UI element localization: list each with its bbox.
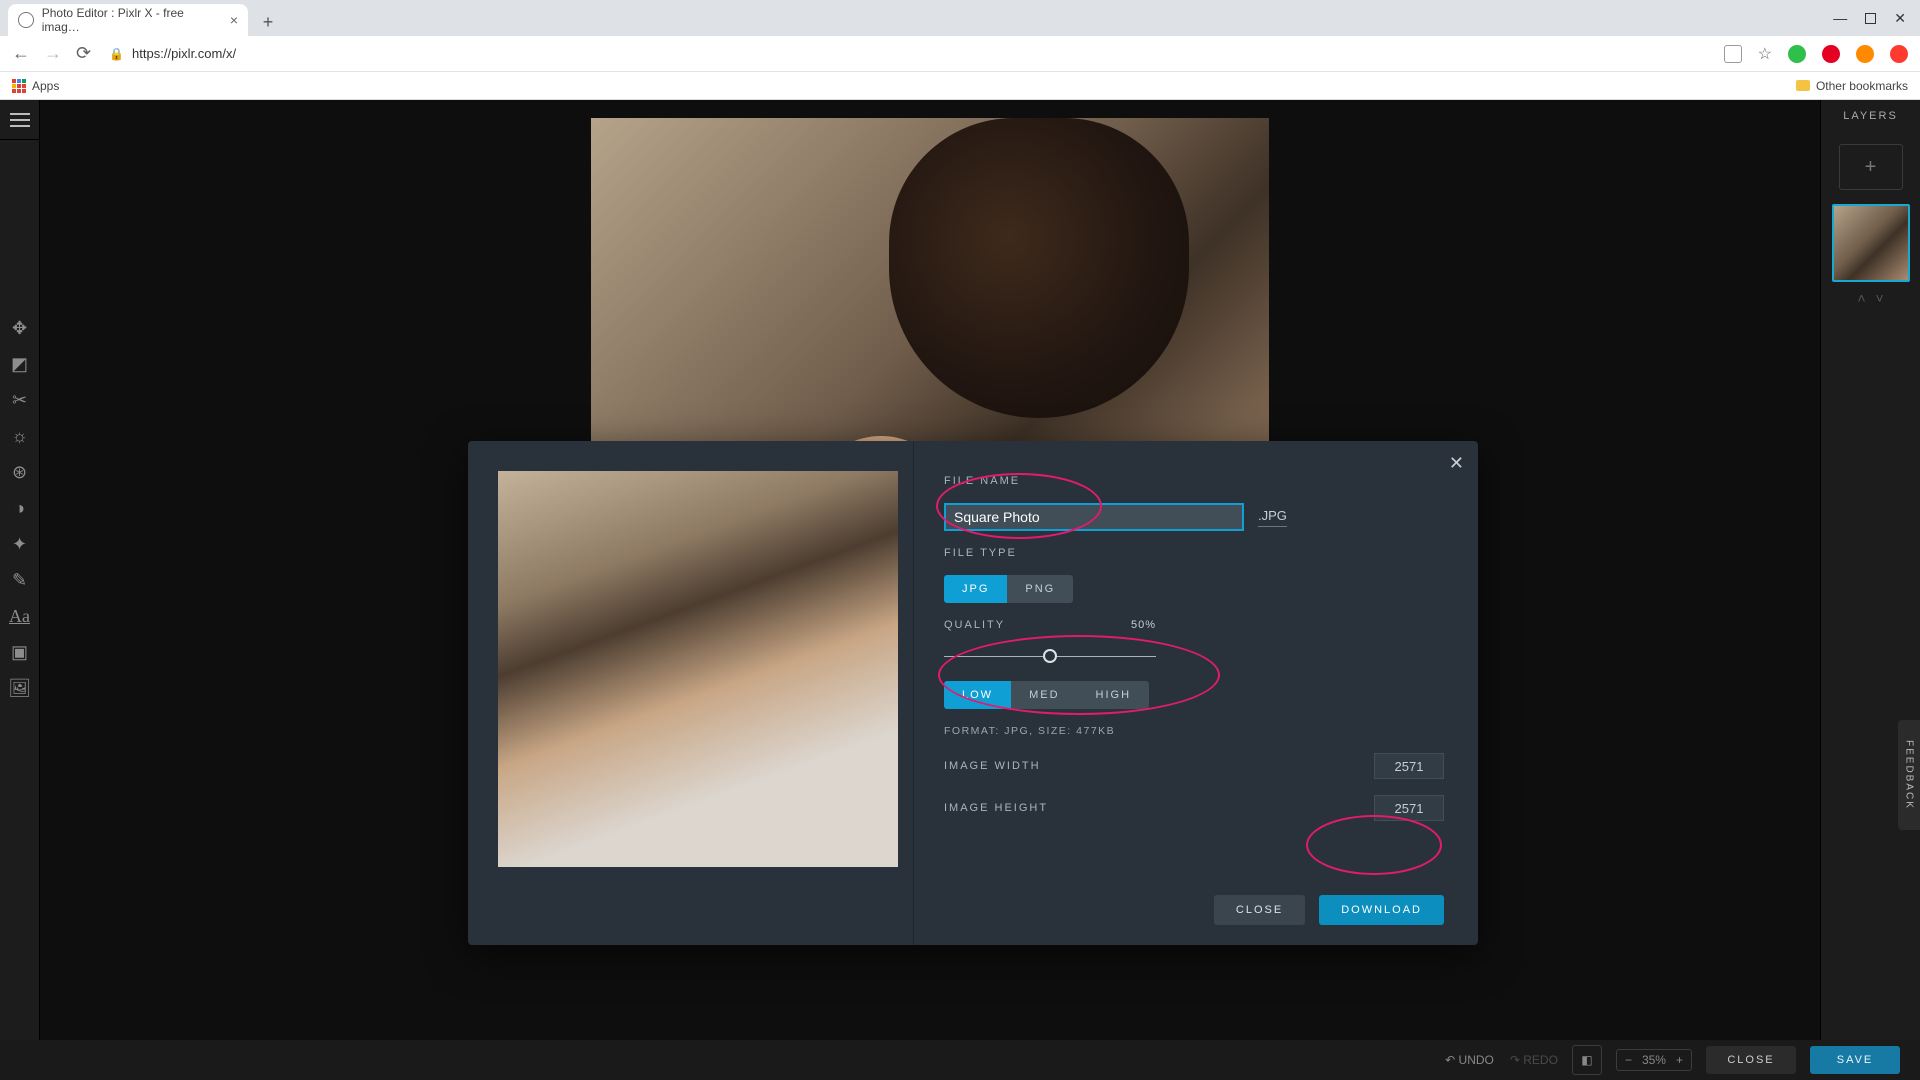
image-width-input bbox=[1374, 753, 1444, 779]
adjust-tool-icon[interactable]: ☼ bbox=[0, 418, 40, 454]
dialog-download-button[interactable]: DOWNLOAD bbox=[1319, 895, 1444, 925]
nav-forward-icon: → bbox=[44, 43, 62, 64]
image-height-label: IMAGE HEIGHT bbox=[944, 802, 1048, 814]
zoom-out-icon[interactable]: − bbox=[1625, 1053, 1632, 1067]
close-button[interactable]: CLOSE bbox=[1706, 1046, 1796, 1074]
layer-down-icon[interactable]: ˅ bbox=[1876, 290, 1884, 306]
window-controls: — ✕ bbox=[1833, 0, 1920, 36]
layer-thumbnail[interactable] bbox=[1832, 204, 1910, 282]
quality-percent: 50% bbox=[1131, 619, 1156, 631]
apps-button[interactable]: Apps bbox=[12, 79, 59, 93]
url-text: https://pixlr.com/x/ bbox=[132, 46, 236, 61]
extension-icon-2[interactable] bbox=[1890, 45, 1908, 63]
preview-image bbox=[498, 471, 898, 867]
browser-tab-strip: Photo Editor : Pixlr X - free imag… × + … bbox=[0, 0, 1920, 36]
save-dialog: ✕ FILE NAME .JPG FILE TYPE JPG PNG QUALI… bbox=[468, 441, 1478, 945]
bookmark-star-icon[interactable]: ☆ bbox=[1758, 44, 1772, 64]
new-tab-button[interactable]: + bbox=[254, 8, 282, 36]
bottom-bar: ↶ UNDO ↷ REDO ◧ − 35% + CLOSE SAVE bbox=[0, 1040, 1920, 1080]
quality-preset-segment: LOW MED HIGH bbox=[944, 681, 1149, 709]
layer-up-icon[interactable]: ˄ bbox=[1857, 290, 1865, 306]
dialog-close-button[interactable]: CLOSE bbox=[1214, 895, 1305, 925]
extension-pinterest-icon[interactable] bbox=[1822, 45, 1840, 63]
nav-reload-icon[interactable]: ⟳ bbox=[76, 43, 91, 64]
layer-nav: ˄ ˅ bbox=[1857, 290, 1883, 306]
wand-tool-icon[interactable]: ✦ bbox=[0, 526, 40, 562]
layers-header: LAYERS bbox=[1843, 100, 1898, 132]
apps-grid-icon bbox=[12, 79, 26, 93]
layers-panel: LAYERS + ˄ ˅ bbox=[1820, 100, 1920, 1080]
zoom-in-icon[interactable]: + bbox=[1676, 1053, 1683, 1067]
lock-icon: 🔒 bbox=[109, 47, 124, 61]
quality-med[interactable]: MED bbox=[1011, 681, 1077, 709]
file-type-png[interactable]: PNG bbox=[1007, 575, 1073, 603]
left-toolbar: ✥ ◩ ✂ ☼ ⊛ ◑ ✦ ✎ Aa ▣ 🖼 ⚙ bbox=[0, 100, 40, 1080]
pixlr-favicon bbox=[18, 12, 34, 28]
pixlr-app: ✥ ◩ ✂ ☼ ⊛ ◑ ✦ ✎ Aa ▣ 🖼 ⚙ LAYERS + ˄ ˅ FE… bbox=[0, 100, 1920, 1080]
hamburger-menu-icon[interactable] bbox=[0, 100, 40, 140]
extension-icon-1[interactable] bbox=[1856, 45, 1874, 63]
quality-low[interactable]: LOW bbox=[944, 681, 1011, 709]
file-name-label: FILE NAME bbox=[944, 475, 1444, 487]
folder-icon bbox=[1796, 80, 1810, 91]
redo-button: ↷ REDO bbox=[1510, 1053, 1558, 1067]
window-minimize-icon[interactable]: — bbox=[1833, 10, 1847, 26]
nav-back-icon[interactable]: ← bbox=[12, 43, 30, 64]
dialog-close-icon[interactable]: ✕ bbox=[1449, 453, 1464, 474]
crop-tool-icon[interactable]: ◩ bbox=[0, 346, 40, 382]
window-close-icon[interactable]: ✕ bbox=[1894, 10, 1906, 27]
save-button[interactable]: SAVE bbox=[1810, 1046, 1900, 1074]
file-type-segment: JPG PNG bbox=[944, 575, 1073, 603]
add-layer-button[interactable]: + bbox=[1839, 144, 1903, 190]
format-meta: FORMAT: JPG, SIZE: 477KB bbox=[944, 725, 1444, 737]
other-bookmarks-label: Other bookmarks bbox=[1816, 79, 1908, 93]
window-maximize-icon[interactable] bbox=[1865, 13, 1876, 24]
apps-label: Apps bbox=[32, 79, 59, 93]
brush-tool-icon[interactable]: ✎ bbox=[0, 562, 40, 598]
dialog-preview bbox=[468, 441, 914, 945]
file-name-input[interactable] bbox=[944, 503, 1244, 531]
file-type-label: FILE TYPE bbox=[944, 547, 1444, 559]
filter-tool-icon[interactable]: ⊛ bbox=[0, 454, 40, 490]
browser-address-bar: ← → ⟳ 🔒 https://pixlr.com/x/ ☆ bbox=[0, 36, 1920, 72]
bookmarks-bar: Apps Other bookmarks bbox=[0, 72, 1920, 100]
file-ext-label: .JPG bbox=[1258, 508, 1287, 527]
move-tool-icon[interactable]: ✥ bbox=[0, 310, 40, 346]
other-bookmarks[interactable]: Other bookmarks bbox=[1796, 79, 1908, 93]
undo-button[interactable]: ↶ UNDO bbox=[1445, 1053, 1494, 1067]
extension-evernote-icon[interactable] bbox=[1788, 45, 1806, 63]
image-height-input bbox=[1374, 795, 1444, 821]
file-type-jpg[interactable]: JPG bbox=[944, 575, 1007, 603]
quality-slider[interactable] bbox=[944, 647, 1156, 665]
feedback-tab[interactable]: FEEDBACK bbox=[1898, 720, 1920, 830]
zoom-controls: − 35% + bbox=[1616, 1049, 1692, 1071]
omnibox[interactable]: 🔒 https://pixlr.com/x/ bbox=[109, 46, 236, 61]
quality-slider-knob[interactable] bbox=[1043, 649, 1057, 663]
cut-tool-icon[interactable]: ✂ bbox=[0, 382, 40, 418]
text-tool-icon[interactable]: Aa bbox=[0, 598, 40, 634]
shape-tool-icon[interactable]: ▣ bbox=[0, 634, 40, 670]
contrast-tool-icon[interactable]: ◑ bbox=[0, 490, 40, 526]
quality-label: QUALITY bbox=[944, 619, 1005, 631]
image-width-label: IMAGE WIDTH bbox=[944, 760, 1041, 772]
zoom-level: 35% bbox=[1642, 1053, 1666, 1067]
translate-icon[interactable] bbox=[1724, 45, 1742, 63]
tab-title: Photo Editor : Pixlr X - free imag… bbox=[42, 6, 222, 34]
image-tool-icon[interactable]: 🖼 bbox=[0, 670, 40, 706]
browser-tab[interactable]: Photo Editor : Pixlr X - free imag… × bbox=[8, 4, 248, 36]
tab-close-icon[interactable]: × bbox=[230, 12, 238, 28]
compare-toggle-icon[interactable]: ◧ bbox=[1572, 1045, 1602, 1075]
quality-high[interactable]: HIGH bbox=[1078, 681, 1150, 709]
history-controls: ↶ UNDO ↷ REDO bbox=[1445, 1053, 1558, 1067]
dialog-form: FILE NAME .JPG FILE TYPE JPG PNG QUALITY… bbox=[914, 441, 1478, 945]
